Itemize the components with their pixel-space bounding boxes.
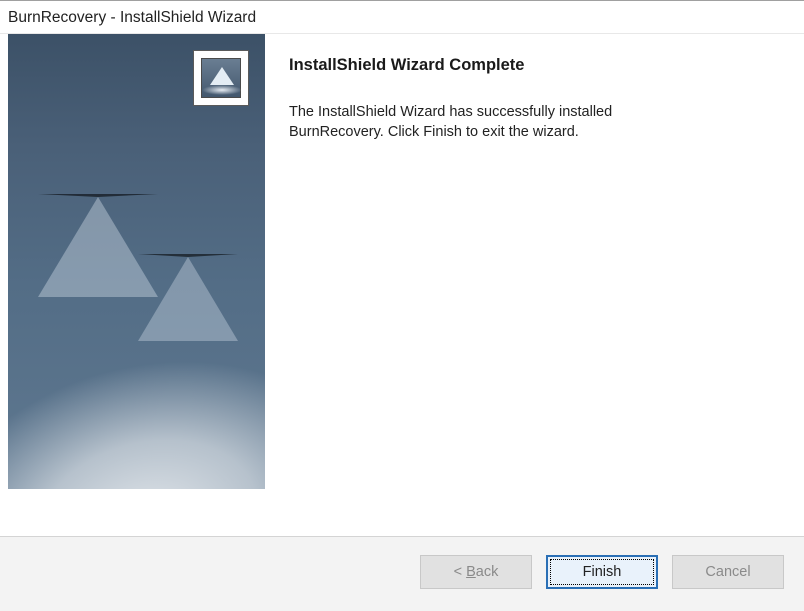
- button-row: < Back Finish Cancel: [0, 536, 804, 611]
- decorative-triangle-icon: [138, 254, 238, 341]
- finish-button[interactable]: Finish: [546, 555, 658, 589]
- installshield-logo-box: [193, 50, 249, 106]
- back-hotkey: B: [466, 564, 476, 580]
- back-prefix: <: [454, 564, 467, 580]
- window-title: BurnRecovery - InstallShield Wizard: [0, 1, 804, 34]
- cancel-button: Cancel: [672, 555, 784, 589]
- wizard-sidebar-image: [8, 34, 265, 489]
- window-title-text: BurnRecovery - InstallShield Wizard: [8, 9, 256, 26]
- back-button: < Back: [420, 555, 532, 589]
- wizard-heading: InstallShield Wizard Complete: [289, 56, 780, 75]
- wizard-body-text: The InstallShield Wizard has successfull…: [289, 103, 709, 142]
- installshield-logo-icon: [201, 58, 241, 98]
- content-area: InstallShield Wizard Complete The Instal…: [0, 34, 804, 536]
- back-rest: ack: [476, 564, 499, 580]
- main-panel: InstallShield Wizard Complete The Instal…: [265, 34, 804, 536]
